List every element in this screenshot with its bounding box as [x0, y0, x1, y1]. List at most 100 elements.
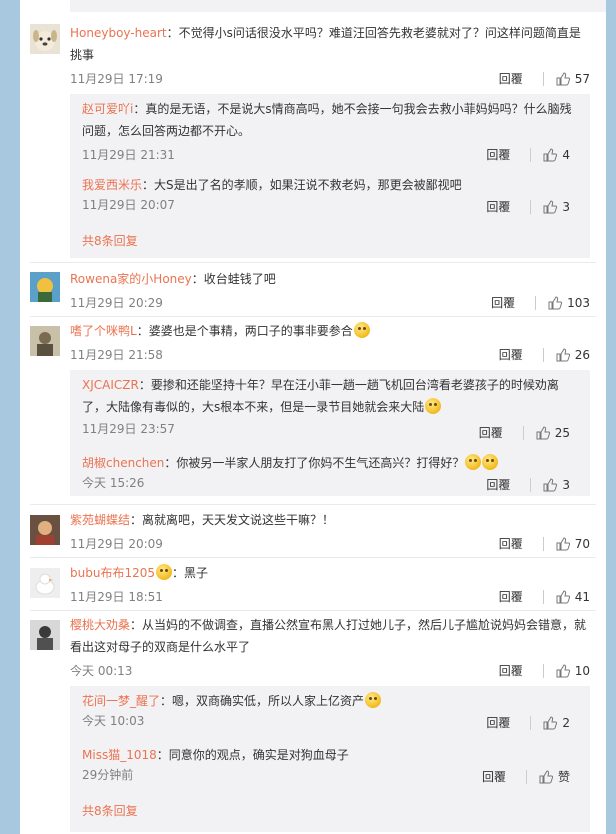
reply-text: 胡椒chenchen：你被另一半家人朋友打了你妈不生气还高兴？打得好？ [82, 452, 580, 474]
comment-text: 紫苑蝴蝶结：离就离吧，天天发文说这些干嘛？！ [70, 509, 590, 531]
reply-thread: 花间一梦_醒了：嗯，双商确实低，所以人家上亿资产 今天 10:03 回覆 2 M… [70, 686, 590, 832]
reply-actions: 回覆 3 [486, 198, 570, 215]
reply-button[interactable]: 回覆 [499, 662, 523, 679]
reply-username[interactable]: 赵可爱吖i [82, 102, 133, 116]
reply-item: 胡椒chenchen：你被另一半家人朋友打了你妈不生气还高兴？打得好？ 今天 1… [82, 452, 580, 493]
like-button[interactable]: 26 [556, 348, 590, 362]
reply-username[interactable]: Miss猫_1018 [82, 748, 157, 762]
avatar[interactable] [30, 24, 60, 54]
thumbs-up-icon [556, 589, 570, 603]
like-button[interactable]: 70 [556, 537, 590, 551]
avatar[interactable] [30, 620, 60, 650]
reply-button[interactable]: 回覆 [499, 588, 523, 605]
reply-button[interactable]: 回覆 [486, 714, 510, 731]
thumbs-up-icon [536, 425, 550, 439]
like-button[interactable]: 41 [556, 590, 590, 604]
like-count: 57 [574, 71, 590, 86]
like-count: 70 [574, 536, 590, 551]
reply-username[interactable]: 花间一梦_醒了 [82, 694, 160, 708]
comment-body: ：黑子 [172, 566, 209, 580]
reply-item: Miss猫_1018：同意你的观点，确实是对狗血母子 29分钟前 回覆 赞 [82, 744, 580, 785]
like-count: 26 [574, 347, 590, 362]
separator [542, 589, 544, 604]
reply-button[interactable]: 回覆 [486, 198, 510, 215]
thumbs-up-icon [543, 199, 558, 213]
like-button[interactable]: 3 [543, 200, 570, 214]
reply-username[interactable]: 我爱西米乐 [82, 178, 142, 192]
dog-avatar-image [33, 30, 57, 51]
avatar[interactable] [30, 568, 60, 598]
reply-button[interactable]: 回覆 [499, 70, 523, 87]
reply-button[interactable]: 回覆 [486, 146, 510, 163]
reply-body: ：大S是出了名的孝顺，如果汪说不救老妈，那更会被鄙视吧 [142, 178, 462, 192]
comment-actions: 回覆 70 [499, 535, 590, 552]
like-count: 41 [574, 589, 590, 604]
more-replies-link[interactable]: 共8条回复 [82, 232, 138, 249]
reply-button[interactable]: 回覆 [491, 294, 515, 311]
avatar[interactable] [30, 272, 60, 302]
separator [530, 477, 532, 492]
separator [535, 295, 537, 310]
thumbs-up-icon [548, 295, 563, 309]
comment-username[interactable]: 樱桃大劝桑 [70, 618, 130, 632]
comment-username[interactable]: bubu布布1205 [70, 566, 155, 580]
comment-time: 11月29日 20:29 [70, 296, 163, 310]
divider [30, 262, 596, 263]
comment-username[interactable]: Rowena家的小Honey [70, 272, 192, 286]
like-button[interactable]: 10 [556, 664, 590, 678]
emoji-icon [465, 454, 482, 470]
reply-body: ：嗯，双商确实低，所以人家上亿资产 [160, 694, 365, 708]
comment-time: 今天 00:13 [70, 664, 133, 678]
reply-button[interactable]: 回覆 [499, 346, 523, 363]
reply-body: ：要掺和还能坚持十年？早在汪小菲一趟一趟飞机回台湾看老婆孩子的时候劝离了，大陆像… [82, 378, 559, 414]
thumbs-up-icon [543, 147, 558, 161]
like-count: 2 [562, 715, 570, 730]
cartoon-avatar-image [30, 272, 60, 302]
thumbs-up-icon [539, 769, 553, 783]
like-button[interactable]: 25 [536, 426, 570, 440]
comment-body: ：婆婆也是个事精，两口子的事非要参合 [136, 324, 353, 338]
comment-username[interactable]: 嗜了个咪鸭L [70, 324, 137, 338]
reply-button[interactable]: 回覆 [486, 476, 510, 493]
thumbs-up-icon [556, 663, 570, 677]
separator [542, 347, 544, 362]
thumbs-up-icon [543, 477, 558, 491]
reply-actions: 回覆 赞 [482, 768, 570, 785]
reply-button[interactable]: 回覆 [482, 768, 506, 785]
reply-username[interactable]: XJCAICZR [82, 378, 139, 392]
comment-username[interactable]: 紫苑蝴蝶结 [70, 513, 130, 527]
like-button[interactable]: 57 [556, 72, 590, 86]
thumbs-up-icon [556, 536, 570, 550]
like-button[interactable]: 3 [543, 478, 570, 492]
avatar[interactable] [30, 515, 60, 545]
separator [525, 769, 527, 784]
thumbs-up-icon [556, 347, 570, 361]
like-button[interactable]: 赞 [539, 768, 570, 785]
comment-actions: 回覆 10 [499, 662, 590, 679]
comment-actions: 回覆 103 [491, 294, 590, 311]
reply-item: 赵可爱吖i：真的是无语，不是说大s情商高吗，她不会接一句我会去救小菲妈妈吗？什么… [82, 98, 580, 163]
emoji-icon [156, 564, 172, 580]
reply-text: XJCAICZR：要掺和还能坚持十年？早在汪小菲一趟一趟飞机回台湾看老婆孩子的时… [82, 374, 580, 418]
reply-button[interactable]: 回覆 [479, 424, 503, 441]
like-count: 3 [562, 199, 570, 214]
reply-username[interactable]: 胡椒chenchen [82, 456, 164, 470]
more-replies-link[interactable]: 共8条回复 [82, 802, 138, 819]
like-button[interactable]: 4 [543, 148, 570, 162]
separator [542, 71, 544, 86]
like-button[interactable]: 2 [543, 716, 570, 730]
avatar[interactable] [30, 326, 60, 356]
separator [542, 536, 544, 551]
comment-text: Honeyboy-heart：不觉得小s问话很没水平吗？难道汪回答先救老婆就对了… [70, 22, 590, 66]
comment-text: Rowena家的小Honey：收台蛙钱了吧 [70, 268, 590, 290]
comment-text: 嗜了个咪鸭L：婆婆也是个事精，两口子的事非要参合 [70, 320, 590, 342]
reply-item: 我爱西米乐：大S是出了名的孝顺，如果汪说不救老妈，那更会被鄙视吧 11月29日 … [82, 174, 580, 215]
like-button[interactable]: 103 [548, 296, 590, 310]
reply-text: 我爱西米乐：大S是出了名的孝顺，如果汪说不救老妈，那更会被鄙视吧 [82, 174, 580, 196]
comment-username[interactable]: Honeyboy-heart [70, 26, 167, 40]
separator [542, 663, 544, 678]
reply-button[interactable]: 回覆 [499, 535, 523, 552]
comments-panel: Honeyboy-heart：不觉得小s问话很没水平吗？难道汪回答先救老婆就对了… [20, 0, 606, 834]
photo-avatar-image [30, 515, 60, 545]
reply-thread: XJCAICZR：要掺和还能坚持十年？早在汪小菲一趟一趟飞机回台湾看老婆孩子的时… [70, 370, 590, 496]
